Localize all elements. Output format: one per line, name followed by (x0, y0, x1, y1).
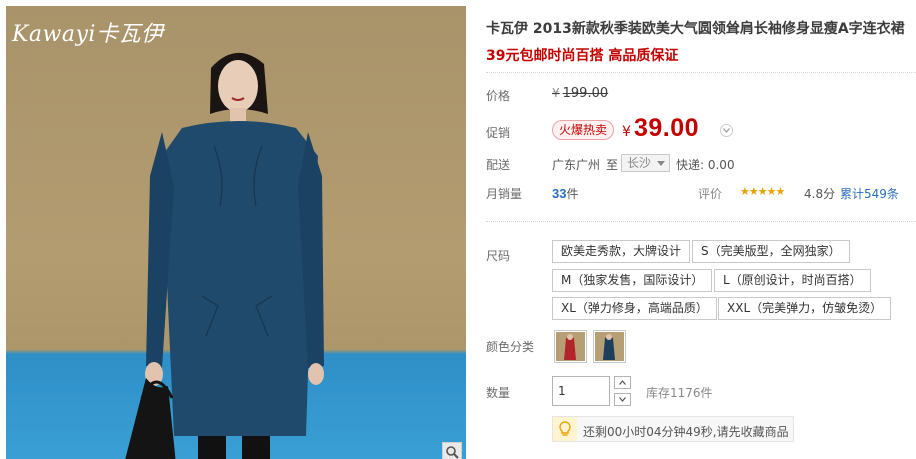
stock-count: 库存1176件 (646, 386, 713, 400)
divider (486, 72, 916, 73)
price-label: 价格 (486, 89, 511, 103)
size-option[interactable]: S（完美版型，全网独家） (692, 240, 850, 263)
size-option[interactable]: L（原创设计，时尚百搭） (714, 269, 871, 292)
reviews-link[interactable]: 累计549条 (840, 185, 899, 202)
quantity-increase-button[interactable] (614, 376, 631, 389)
size-label: 尺码 (486, 249, 511, 263)
star-rating-icon: ★★★★★ (740, 185, 785, 198)
countdown-tip: 还剩00小时04分钟49秒,请先收藏商品 (552, 416, 794, 442)
color-label: 颜色分类 (486, 340, 535, 354)
size-option[interactable]: M（独家发售，国际设计） (552, 269, 713, 292)
color-option-blue[interactable] (593, 330, 626, 363)
divider (486, 221, 916, 222)
express-fee: 快递: 0.00 (676, 158, 735, 172)
lightbulb-icon (553, 417, 577, 441)
promo-price: 39.00 (634, 114, 700, 142)
promo-label: 促销 (486, 126, 511, 140)
color-option-red[interactable] (554, 330, 587, 363)
product-subtitle: 39元包邮时尚百搭 高品质保证 (486, 48, 679, 64)
ship-to-word: 至 (606, 158, 619, 172)
shipping-label: 配送 (486, 158, 511, 172)
destination-city-select[interactable]: 长沙 (621, 154, 671, 172)
size-option[interactable]: XL（弹力修身，高端品质） (552, 297, 717, 320)
model-illustration (125, 52, 324, 459)
size-option[interactable]: 欧美走秀款，大牌设计 (552, 240, 691, 263)
ship-from: 广东广州 (552, 158, 601, 172)
chevron-down-icon (657, 161, 666, 166)
monthly-sales-count: 33件 (552, 186, 579, 201)
promo-currency: ¥ (622, 124, 631, 140)
quantity-decrease-button[interactable] (614, 393, 631, 406)
countdown-message: 还剩00小时04分钟49秒,请先收藏商品 (583, 425, 789, 439)
original-price: ¥199.00 (552, 86, 609, 101)
brand-logo: Kawayi卡瓦伊 (12, 22, 164, 47)
product-image[interactable]: Kawayi卡瓦伊 (6, 6, 466, 459)
rating-score: 4.8分 (804, 187, 836, 201)
quantity-input[interactable] (552, 376, 610, 406)
promo-badge: 火爆热卖 (552, 120, 615, 140)
product-title: 卡瓦伊 2013新款秋季装欧美大气圆领耸肩长袖修身显瘦A字连衣裙 (486, 21, 905, 37)
size-option[interactable]: XXL（完美弹力，仿皱免烫） (718, 297, 892, 320)
rating-label: 评价 (698, 187, 723, 201)
quantity-label: 数量 (486, 386, 511, 400)
zoom-icon[interactable] (442, 442, 462, 459)
chevron-down-icon[interactable] (720, 124, 733, 137)
monthly-sales-label: 月销量 (486, 187, 523, 201)
